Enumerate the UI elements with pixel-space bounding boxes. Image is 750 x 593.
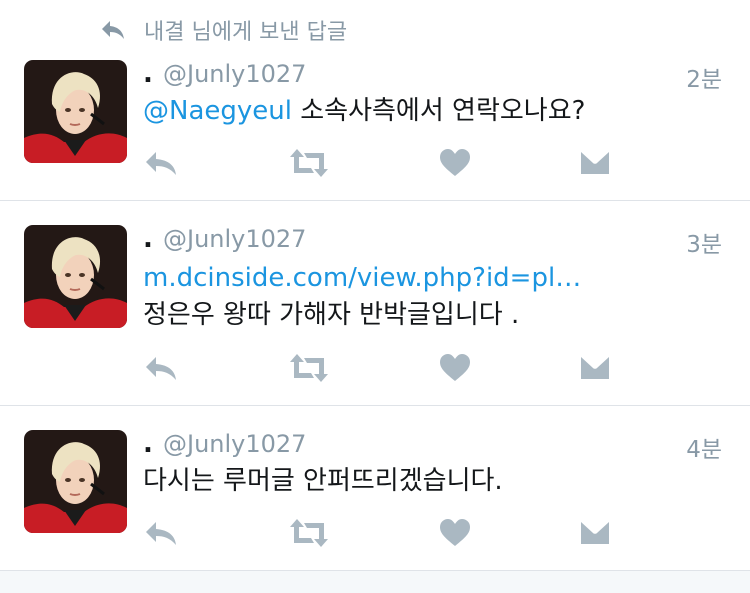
avatar[interactable] <box>24 430 127 533</box>
tweet-actions <box>143 146 623 180</box>
direct-message-icon <box>581 522 609 544</box>
timestamp[interactable]: 2분 <box>686 60 722 94</box>
author-name[interactable]: . <box>143 59 161 89</box>
like-button[interactable] <box>439 146 471 180</box>
timestamp[interactable]: 3분 <box>686 225 722 259</box>
reply-button[interactable] <box>143 146 179 180</box>
tweet-text: @Naegyeul 소속사측에서 연락오나요? <box>143 93 585 130</box>
like-icon <box>440 149 470 176</box>
timestamp[interactable]: 4분 <box>686 430 722 464</box>
direct-message-icon <box>581 152 609 174</box>
reply-icon <box>146 357 176 380</box>
like-button[interactable] <box>439 516 471 550</box>
tweet-text: 다시는 루머글 안퍼뜨리겠습니다. <box>143 463 503 500</box>
retweet-icon <box>290 354 328 382</box>
tweet-text-content: 다시는 루머글 안퍼뜨리겠습니다. <box>143 466 503 496</box>
reply-icon <box>102 21 124 39</box>
reply-context-label: 내결 님에게 보낸 답글 <box>144 20 348 45</box>
retweet-icon <box>290 519 328 547</box>
tweet-actions <box>143 351 623 385</box>
avatar-image <box>24 60 127 163</box>
direct-message-button[interactable] <box>579 516 611 550</box>
timeline-footer <box>0 570 750 593</box>
author-name[interactable]: . <box>143 429 161 459</box>
url-link[interactable]: m.dcinside.com/view.php?id=pl… <box>143 263 581 293</box>
author-handle[interactable]: @Junly1027 <box>163 60 306 88</box>
retweet-button[interactable] <box>289 516 329 550</box>
reply-icon <box>146 522 176 545</box>
like-button[interactable] <box>439 351 471 385</box>
reply-button[interactable] <box>143 351 179 385</box>
reply-context[interactable]: 내결 님에게 보낸 답글 <box>100 14 347 46</box>
direct-message-button[interactable] <box>579 146 611 180</box>
like-icon <box>440 354 470 381</box>
author-name[interactable]: . <box>143 224 161 254</box>
tweet-actions <box>143 516 623 550</box>
retweet-icon <box>290 149 328 177</box>
like-icon <box>440 519 470 546</box>
avatar-image <box>24 225 127 328</box>
retweet-button[interactable] <box>289 146 329 180</box>
author-handle[interactable]: @Junly1027 <box>163 225 306 253</box>
reply-icon <box>146 152 176 175</box>
reply-button[interactable] <box>143 516 179 550</box>
direct-message-icon <box>581 357 609 379</box>
direct-message-button[interactable] <box>579 351 611 385</box>
mention-link[interactable]: @Naegyeul <box>143 96 292 126</box>
avatar[interactable] <box>24 225 127 328</box>
avatar[interactable] <box>24 60 127 163</box>
tweet-divider <box>0 200 750 201</box>
tweet-text-content: 소속사측에서 연락오나요? <box>291 96 586 126</box>
retweet-button[interactable] <box>289 351 329 385</box>
tweet-text-content: 정은우 왕따 가해자 반박글입니다 . <box>143 300 520 330</box>
tweet-divider <box>0 405 750 406</box>
author-handle[interactable]: @Junly1027 <box>163 430 306 458</box>
tweet-text: m.dcinside.com/view.php?id=pl… <box>143 260 581 297</box>
avatar-image <box>24 430 127 533</box>
tweet-text: 정은우 왕따 가해자 반박글입니다 . <box>143 297 519 334</box>
